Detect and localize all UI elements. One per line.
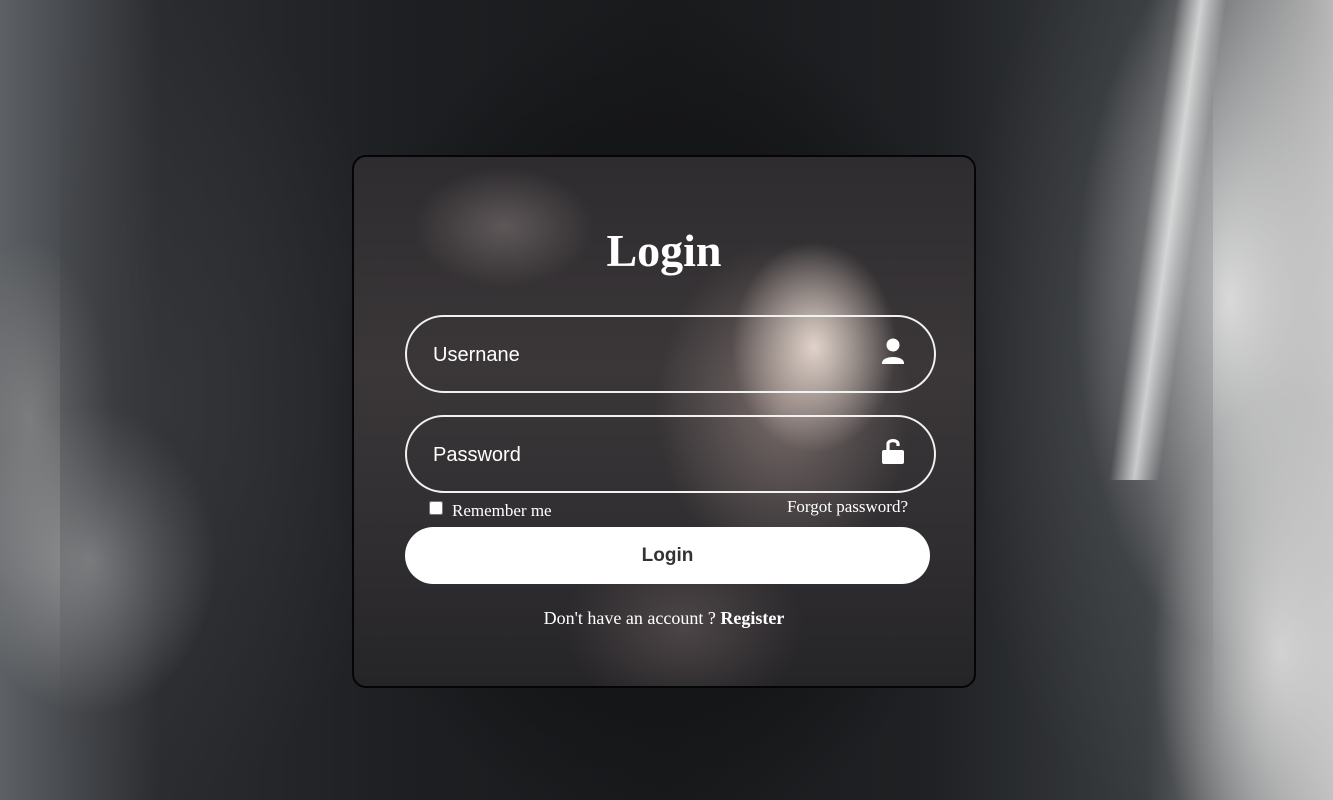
background-hood-right (953, 0, 1213, 800)
register-prompt-text: Don't have an account ? (543, 608, 716, 628)
register-link[interactable]: Register (720, 608, 784, 628)
background-hood-highlight (1109, 0, 1227, 480)
username-field[interactable] (405, 315, 936, 393)
username-input[interactable] (431, 317, 865, 393)
remember-me: Remember me (429, 499, 552, 521)
login-button[interactable]: Login (405, 527, 930, 584)
forgot-password-link[interactable]: Forgot password? (787, 497, 908, 517)
login-title: Login (606, 225, 722, 276)
unlocked-padlock-icon (880, 437, 906, 467)
user-icon (880, 337, 906, 367)
login-card: Login Remember me Forgot password? Login… (352, 155, 976, 688)
remember-me-label[interactable]: Remember me (452, 501, 552, 521)
password-input[interactable] (431, 417, 865, 493)
remember-me-checkbox[interactable] (429, 501, 443, 515)
password-field[interactable] (405, 415, 936, 493)
register-prompt: Don't have an account ? Register (354, 608, 974, 629)
